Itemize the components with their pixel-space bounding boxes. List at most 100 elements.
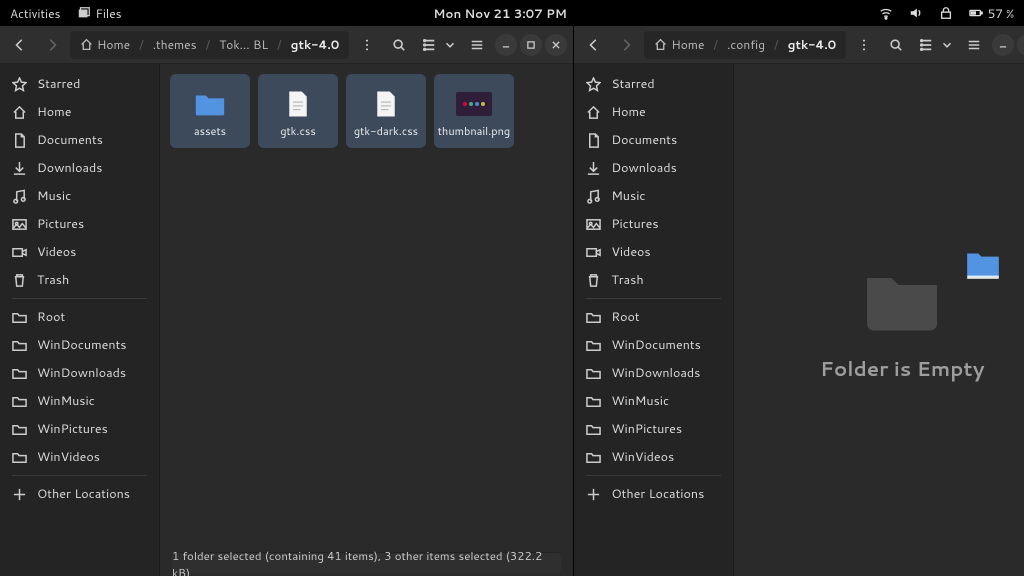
back-button[interactable] <box>6 31 34 59</box>
app-menu[interactable]: Files <box>77 5 122 22</box>
sidebar-other-locations[interactable]: Other Locations <box>0 480 159 508</box>
view-options[interactable] <box>938 31 956 59</box>
sidebar-item-winvideos[interactable]: WinVideos <box>574 443 733 471</box>
sidebar-item-label: Home <box>611 103 645 121</box>
folder-icon <box>190 85 230 123</box>
sidebar-other-locations[interactable]: Other Locations <box>574 480 733 508</box>
folder-icon <box>12 394 27 409</box>
folder-icon <box>586 338 601 353</box>
view-toggle[interactable] <box>417 31 441 59</box>
breadcrumb-segment[interactable]: .config <box>719 33 773 57</box>
view-options[interactable] <box>441 31 459 59</box>
wifi-icon[interactable] <box>879 6 893 20</box>
files-icon <box>77 6 91 20</box>
folder-icon <box>12 366 27 381</box>
sidebar-item-pictures[interactable]: Pictures <box>574 210 733 238</box>
sidebar-item-root[interactable]: Root <box>574 303 733 331</box>
battery-percent: 57 % <box>988 5 1014 22</box>
maximize-button[interactable] <box>520 34 542 56</box>
search-button[interactable] <box>385 31 413 59</box>
sidebar-item-winvideos[interactable]: WinVideos <box>0 443 159 471</box>
sidebar-item-label: Downloads <box>37 159 102 177</box>
breadcrumb-segment[interactable]: Tok… BL <box>211 33 276 57</box>
sidebar-item-starred[interactable]: Starred <box>0 70 159 98</box>
sidebar-item-windownloads[interactable]: WinDownloads <box>0 359 159 387</box>
volume-icon[interactable] <box>909 6 923 20</box>
sidebar-item-documents[interactable]: Documents <box>0 126 159 154</box>
sidebar-item-home[interactable]: Home <box>0 98 159 126</box>
sidebar-item-label: Starred <box>611 75 654 93</box>
sidebar-item-downloads[interactable]: Downloads <box>0 154 159 182</box>
sidebar-item-trash[interactable]: Trash <box>0 266 159 294</box>
minimize-button[interactable] <box>495 34 517 56</box>
breadcrumb-segment[interactable]: gtk-4.0 <box>283 33 348 57</box>
sidebar-item-label: WinDownloads <box>611 364 700 382</box>
sidebar-item-home[interactable]: Home <box>574 98 733 126</box>
breadcrumb-label: gtk-4.0 <box>788 36 837 53</box>
sidebar-item-documents[interactable]: Documents <box>574 126 733 154</box>
file-item-css[interactable]: gtk.css <box>258 74 338 148</box>
hamburger-menu[interactable] <box>960 31 988 59</box>
sidebar-item-label: Trash <box>37 271 69 289</box>
breadcrumb-label: Home <box>97 36 130 53</box>
file-item-folder[interactable]: assets <box>170 74 250 148</box>
breadcrumb-segment[interactable]: gtk-4.0 <box>780 33 845 57</box>
forward-button[interactable] <box>38 31 66 59</box>
sidebar-item-downloads[interactable]: Downloads <box>574 154 733 182</box>
battery-indicator[interactable]: 57 % <box>969 5 1014 22</box>
lock-icon[interactable] <box>939 6 953 20</box>
thumb-icon <box>454 85 494 123</box>
file-item-thumb[interactable]: thumbnail.png <box>434 74 514 148</box>
video-icon <box>586 245 601 260</box>
minimize-button[interactable] <box>992 34 1014 56</box>
css-icon <box>366 85 406 123</box>
content-right[interactable]: Folder is Empty <box>734 64 1024 576</box>
search-button[interactable] <box>882 31 910 59</box>
pathbar-right[interactable]: Home/.config/gtk-4.0 <box>644 31 846 59</box>
sidebar-item-label: Videos <box>611 243 650 261</box>
maximize-button[interactable] <box>1017 34 1024 56</box>
sidebar-item-winpictures[interactable]: WinPictures <box>0 415 159 443</box>
music-icon <box>12 189 27 204</box>
pathbar-menu[interactable] <box>353 31 381 59</box>
trash-icon <box>12 273 27 288</box>
pathbar-left[interactable]: Home/.themes/Tok… BL/gtk-4.0 <box>70 31 349 59</box>
breadcrumb-segment[interactable]: Home <box>646 33 712 57</box>
back-button[interactable] <box>580 31 608 59</box>
breadcrumb-segment[interactable]: .themes <box>145 33 205 57</box>
sidebar-separator <box>586 475 721 476</box>
file-item-css[interactable]: gtk-dark.css <box>346 74 426 148</box>
sidebar-item-windocuments[interactable]: WinDocuments <box>0 331 159 359</box>
sidebar-item-music[interactable]: Music <box>574 182 733 210</box>
sidebar-item-winmusic[interactable]: WinMusic <box>0 387 159 415</box>
clock[interactable]: Mon Nov 21 3:07 PM <box>122 5 879 22</box>
forward-button[interactable] <box>612 31 640 59</box>
sidebar-item-videos[interactable]: Videos <box>574 238 733 266</box>
sidebar-item-pictures[interactable]: Pictures <box>0 210 159 238</box>
app-name-label: Files <box>96 5 122 22</box>
sidebar-separator <box>12 475 147 476</box>
sidebar-item-windownloads[interactable]: WinDownloads <box>574 359 733 387</box>
view-toggle[interactable] <box>914 31 938 59</box>
sidebar-item-winmusic[interactable]: WinMusic <box>574 387 733 415</box>
plus-icon <box>586 487 601 502</box>
sidebar-item-music[interactable]: Music <box>0 182 159 210</box>
sidebar-item-windocuments[interactable]: WinDocuments <box>574 331 733 359</box>
sidebar-item-videos[interactable]: Videos <box>0 238 159 266</box>
breadcrumb-segment[interactable]: Home <box>72 33 138 57</box>
pathbar-menu[interactable] <box>850 31 878 59</box>
sidebar-item-root[interactable]: Root <box>0 303 159 331</box>
sidebar-item-winpictures[interactable]: WinPictures <box>574 415 733 443</box>
breadcrumb-separator: / <box>773 36 780 54</box>
sidebar-item-trash[interactable]: Trash <box>574 266 733 294</box>
empty-folder-message: Folder is Empty <box>820 355 984 383</box>
close-button[interactable] <box>545 34 567 56</box>
content-left[interactable]: assets gtk.css gtk-dark.css thumbnail.pn… <box>160 64 573 576</box>
doc-icon <box>12 133 27 148</box>
sidebar-item-label: Home <box>37 103 71 121</box>
activities-button[interactable]: Activities <box>10 5 61 22</box>
folder-icon <box>12 338 27 353</box>
hamburger-menu[interactable] <box>463 31 491 59</box>
sidebar-item-starred[interactable]: Starred <box>574 70 733 98</box>
breadcrumb-label: .themes <box>153 36 197 53</box>
